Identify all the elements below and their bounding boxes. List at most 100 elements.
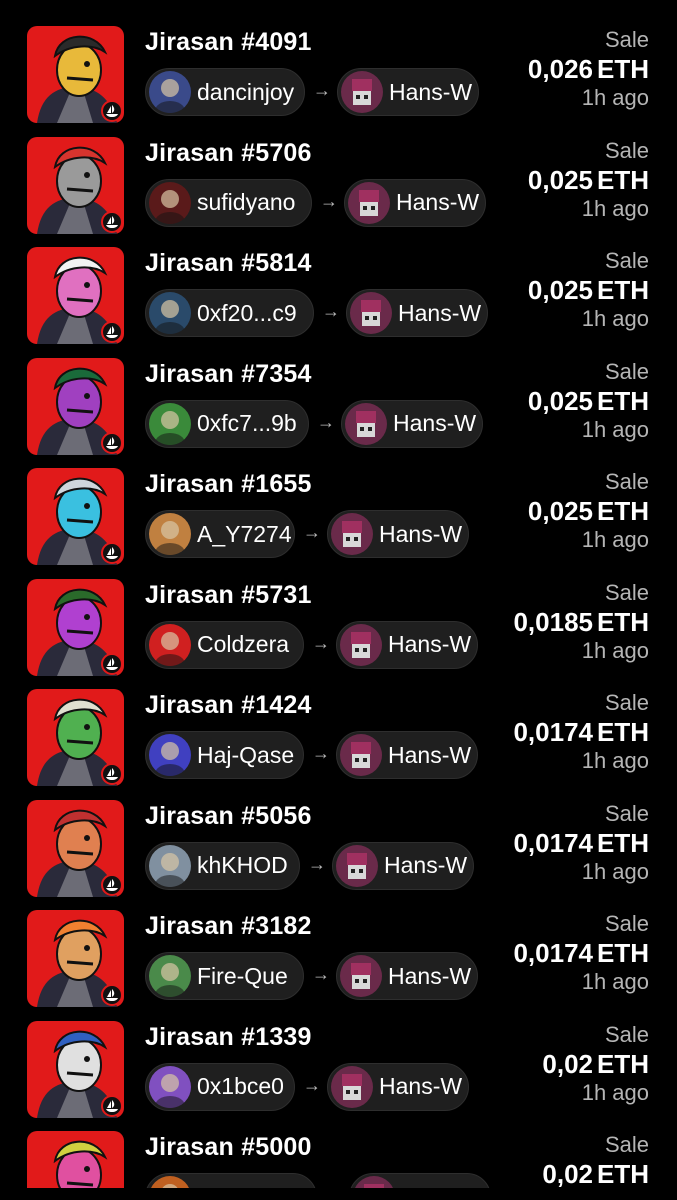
to-user-chip[interactable]: Hans-W <box>327 1062 469 1111</box>
sale-row[interactable]: Jirasan #5056 khKHOD → Hans-W Sale 0,0174 ETH 1… <box>0 799 677 910</box>
price-currency: ETH <box>597 827 649 858</box>
from-user-chip[interactable] <box>145 1173 317 1188</box>
sale-price: 0,02 ETH <box>542 1159 649 1188</box>
from-user-chip[interactable]: sufidyano <box>145 178 312 227</box>
sale-info: Sale 0,026 ETH 1h ago <box>528 26 649 112</box>
sale-info: Sale 0,025 ETH 1h ago <box>528 468 649 554</box>
from-user-chip[interactable]: 0xf20...c9 <box>145 289 314 337</box>
sale-info: Sale 0,025 ETH 1h ago <box>528 247 649 333</box>
sale-price: 0,0174 ETH <box>513 717 649 747</box>
from-user-chip[interactable]: khKHOD <box>145 841 300 890</box>
to-user-chip[interactable]: Hans-W <box>346 289 488 337</box>
event-type: Sale <box>604 800 649 826</box>
to-user-chip[interactable]: Hans-W <box>341 399 483 448</box>
sale-time: 1h ago <box>581 748 649 773</box>
nft-title[interactable]: Jirasan #5731 <box>145 581 312 610</box>
to-user-chip[interactable]: Hans-W <box>336 731 478 779</box>
price-amount: 0,0174 <box>513 827 593 858</box>
arrow-right-icon: → <box>303 1074 321 1095</box>
from-avatar <box>149 955 191 997</box>
sale-time: 1h ago <box>581 195 649 221</box>
to-avatar <box>331 513 373 555</box>
sale-info: Sale 0,0174 ETH 1h ago <box>513 800 649 886</box>
sale-row[interactable]: Jirasan #5731 Coldzera → Hans-W Sale 0,0185 ET… <box>0 578 677 689</box>
nft-title[interactable]: Jirasan #1424 <box>145 691 312 720</box>
sale-info: Sale 0,025 ETH 1h ago <box>528 358 649 444</box>
nft-title[interactable]: Jirasan #1339 <box>145 1023 312 1052</box>
nft-title[interactable]: Jirasan #5000 <box>145 1133 312 1162</box>
sale-row[interactable]: Jirasan #4091 dancinjoy → Hans-W Sale 0,026 ET… <box>0 26 677 136</box>
to-username: Hans-W <box>396 189 480 215</box>
price-currency: ETH <box>597 1159 649 1188</box>
from-user-chip[interactable]: A_Y7274 <box>145 510 295 558</box>
sale-info: Sale 0,025 ETH 1h ago <box>528 137 649 223</box>
sale-time: 1h ago <box>581 527 649 552</box>
nft-title[interactable]: Jirasan #1655 <box>145 470 312 499</box>
sale-price: 0,026 ETH <box>528 54 649 84</box>
from-username: sufidyano <box>197 189 296 215</box>
sale-time: 1h ago <box>581 85 649 110</box>
from-user-chip[interactable]: dancinjoy <box>145 68 305 116</box>
sale-row[interactable]: Jirasan #1339 0x1bce0 → Hans-W Sale 0,02 ETH 1h… <box>0 1020 677 1131</box>
sale-row[interactable]: Jirasan #1424 Haj-Qase → Hans-W Sale 0,0174 ET… <box>0 689 677 799</box>
sale-row[interactable]: Jirasan #5706 sufidyano → Hans-W Sale 0,025 ET… <box>0 136 677 247</box>
opensea-icon <box>101 873 123 896</box>
nft-title[interactable]: Jirasan #5706 <box>145 139 312 168</box>
sale-price: 0,025 ETH <box>528 165 649 195</box>
arrow-right-icon: → <box>312 632 330 653</box>
to-username: Hans-W <box>393 410 477 436</box>
sale-info: Sale 0,02 ETH 1h ago <box>542 1021 649 1107</box>
to-user-chip[interactable]: Hans-W <box>332 841 474 890</box>
from-username: dancinjoy <box>197 78 295 105</box>
arrow-right-icon: → <box>303 522 321 542</box>
nft-title[interactable]: Jirasan #5814 <box>145 249 312 278</box>
from-user-chip[interactable]: Fire-Que <box>145 952 304 1000</box>
event-type: Sale <box>604 579 649 605</box>
event-type: Sale <box>604 911 649 936</box>
sale-row[interactable]: Jirasan #5000→Sale0,02ETH <box>0 1131 677 1188</box>
to-user-chip[interactable]: Hans-W <box>337 68 479 116</box>
to-user-chip[interactable]: Hans-W <box>344 178 486 227</box>
nft-title[interactable]: Jirasan #5056 <box>145 802 312 831</box>
arrow-right-icon: → <box>312 743 330 763</box>
to-user-chip[interactable]: Hans-W <box>336 952 478 1000</box>
nft-title[interactable]: Jirasan #7354 <box>145 360 312 389</box>
from-username: 0xfc7...9b <box>197 410 297 436</box>
from-username: A_Y7274 <box>197 520 292 547</box>
price-amount: 0,02 <box>542 1159 593 1188</box>
arrow-right-icon: → <box>325 1185 343 1188</box>
sale-row[interactable]: Jirasan #7354 0xfc7...9b → Hans-W Sale 0,025 E… <box>0 357 677 468</box>
event-type: Sale <box>604 27 649 52</box>
to-user-chip[interactable]: Hans-W <box>327 510 469 558</box>
from-user-chip[interactable]: 0x1bce0 <box>145 1062 295 1111</box>
arrow-right-icon: → <box>322 301 340 321</box>
from-username: 0x1bce0 <box>197 1073 284 1099</box>
sale-time: 1h ago <box>581 969 649 994</box>
arrow-right-icon: → <box>308 853 326 874</box>
sale-time: 1h ago <box>581 416 649 442</box>
from-user-chip[interactable]: Coldzera <box>145 620 304 669</box>
to-avatar <box>331 1065 373 1108</box>
to-avatar <box>340 734 382 776</box>
price-currency: ETH <box>597 275 649 305</box>
from-avatar <box>149 844 191 887</box>
event-type: Sale <box>604 137 649 163</box>
from-user-chip[interactable]: Haj-Qase <box>145 731 304 779</box>
opensea-icon <box>101 321 123 343</box>
from-avatar <box>149 402 191 445</box>
nft-thumbnail[interactable] <box>27 1131 124 1188</box>
nft-title[interactable]: Jirasan #4091 <box>145 28 312 57</box>
price-amount: 0,025 <box>527 385 593 416</box>
sale-row[interactable]: Jirasan #1655 A_Y7274 → Hans-W Sale 0,025 ETH 1… <box>0 468 677 578</box>
sale-row[interactable]: Jirasan #5814 0xf20...c9 → Hans-W Sale 0,025 E… <box>0 247 677 357</box>
to-user-chip[interactable]: Hans-W <box>336 620 478 669</box>
from-username: Coldzera <box>197 631 290 657</box>
from-user-chip[interactable]: 0xfc7...9b <box>145 399 309 448</box>
opensea-icon <box>101 652 123 675</box>
from-avatar <box>149 71 191 113</box>
to-user-chip[interactable] <box>349 1173 491 1188</box>
nft-title[interactable]: Jirasan #3182 <box>145 912 312 941</box>
sale-price: 0,0174 ETH <box>513 938 649 968</box>
sale-row[interactable]: Jirasan #3182 Fire-Que → Hans-W Sale 0,0174 ET… <box>0 910 677 1020</box>
sale-time: 1h ago <box>581 858 649 884</box>
